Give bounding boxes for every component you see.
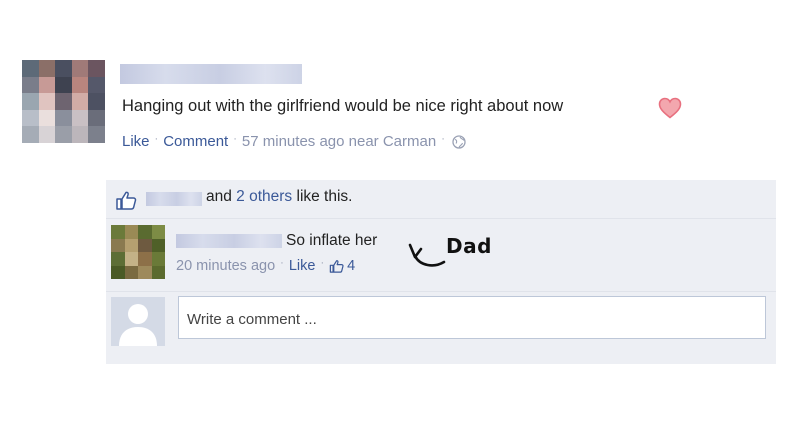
likes-text-suffix: like this. <box>292 188 353 205</box>
comment-meta-row: 20 minutes ago · Like · 4 <box>176 257 355 274</box>
comment-like-link[interactable]: Like <box>289 258 316 274</box>
post-text: Hanging out with the girlfriend would be… <box>122 97 564 115</box>
post-timestamp[interactable]: 57 minutes ago near Carman <box>242 133 436 150</box>
likes-text-prefix: and <box>206 188 237 205</box>
separator-dot: · <box>280 257 284 269</box>
annotation-label: Dad <box>446 234 492 258</box>
separator-dot: · <box>320 257 325 269</box>
likes-summary-text: and 2 others like this. <box>206 188 353 206</box>
heart-icon <box>658 97 682 119</box>
liker-name-redacted[interactable] <box>146 192 202 206</box>
post-author-name-redacted[interactable] <box>120 64 302 84</box>
post-comment-link[interactable]: Comment <box>163 133 228 150</box>
globe-icon[interactable] <box>452 134 466 149</box>
post-like-link[interactable]: Like <box>122 133 150 150</box>
comment-like-count[interactable]: 4 <box>347 258 355 274</box>
commenter-avatar[interactable] <box>111 225 165 279</box>
thumbs-up-icon <box>116 191 137 210</box>
curved-arrow-icon <box>408 243 446 267</box>
separator-dot: · <box>441 132 445 145</box>
comment-text: So inflate her <box>286 232 378 249</box>
thumbs-up-icon[interactable] <box>329 259 344 273</box>
separator-dot: · <box>154 132 159 145</box>
likes-others-link[interactable]: 2 others <box>236 188 292 205</box>
current-user-avatar[interactable] <box>111 297 165 346</box>
separator-dot: · <box>233 132 237 145</box>
post-meta-row: Like · Comment · 57 minutes ago near Car… <box>122 133 466 150</box>
default-user-icon <box>111 297 165 346</box>
post-author-avatar[interactable] <box>22 60 105 143</box>
comment-timestamp[interactable]: 20 minutes ago <box>176 258 275 274</box>
commenter-name-redacted[interactable] <box>176 234 282 248</box>
write-comment-input[interactable]: Write a comment ... <box>178 296 766 339</box>
